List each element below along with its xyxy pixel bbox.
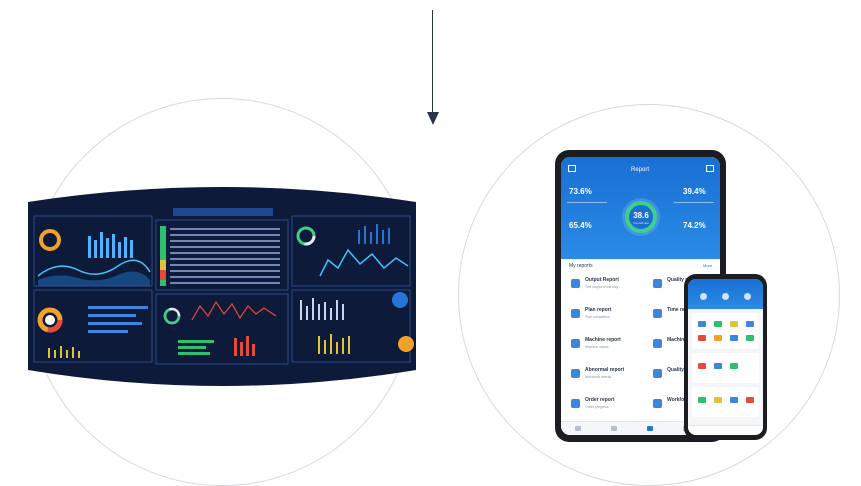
section-title: My reports [569, 263, 593, 269]
report-icon [571, 369, 580, 378]
report-title: Abnormal report [585, 367, 625, 373]
gauge-label: Overall rate [633, 221, 649, 225]
report-icon [653, 309, 662, 318]
phone-tab-bar [688, 425, 763, 435]
report-icon [653, 369, 662, 378]
tablet-header: Report 73.6% 39.4% 65.4% 74.2% 38.6 Over… [561, 157, 720, 259]
report-sub: Machine status [585, 345, 609, 349]
report-icon [653, 399, 662, 408]
module-icon[interactable] [698, 335, 706, 341]
report-icon [653, 279, 662, 288]
report-icon [571, 309, 580, 318]
module-icon[interactable] [714, 363, 722, 369]
module-icon[interactable] [730, 335, 738, 341]
app-icon[interactable] [744, 293, 751, 300]
module-icon[interactable] [730, 321, 738, 327]
dashboard-graphic [28, 187, 416, 386]
module-icon[interactable] [698, 397, 706, 403]
report-icon [571, 399, 580, 408]
grid-icon[interactable] [706, 165, 714, 172]
down-arrow-line [432, 10, 433, 114]
divider [567, 202, 607, 203]
dashboard-wall-screen [28, 180, 416, 390]
more-link[interactable]: More [703, 263, 712, 268]
module-icon[interactable] [714, 397, 722, 403]
report-icon [653, 339, 662, 348]
app-icon[interactable] [700, 293, 707, 300]
metric-top-left: 73.6% [569, 187, 592, 196]
tab-report-icon[interactable] [647, 426, 653, 431]
report-title: Output Report [585, 277, 619, 283]
module-icon[interactable] [746, 397, 754, 403]
phone-screen [688, 279, 763, 435]
report-sub: Order progress [585, 405, 609, 409]
menu-icon[interactable] [568, 165, 576, 172]
report-title: Order report [585, 397, 615, 403]
report-sub: The output of the day [585, 285, 619, 289]
module-icon[interactable] [698, 363, 706, 369]
module-icon[interactable] [730, 397, 738, 403]
report-title: Plan report [585, 307, 612, 313]
report-sub: Plan completion [585, 315, 610, 319]
module-icon[interactable] [698, 321, 706, 327]
metric-bottom-left: 65.4% [569, 221, 592, 230]
phone-card [692, 353, 759, 383]
module-icon[interactable] [730, 363, 738, 369]
app-icon[interactable] [722, 293, 729, 300]
report-icon [571, 339, 580, 348]
module-icon[interactable] [714, 335, 722, 341]
module-icon[interactable] [746, 335, 754, 341]
overall-gauge: 38.6 Overall rate [625, 201, 657, 233]
module-icon[interactable] [746, 321, 754, 327]
module-icon[interactable] [714, 321, 722, 327]
phone-header [688, 279, 763, 309]
phone-card [692, 387, 759, 417]
divider [674, 202, 714, 203]
report-sub: Abnormal events [585, 375, 612, 379]
metric-bottom-right: 74.2% [683, 221, 706, 230]
gauge-value: 38.6 [633, 211, 649, 220]
tablet-title: Report [631, 167, 650, 173]
tab-home-icon[interactable] [575, 426, 581, 431]
report-title: Machine report [585, 337, 621, 343]
down-arrow-icon [427, 112, 439, 125]
metric-top-right: 39.4% [683, 187, 706, 196]
report-icon [571, 279, 580, 288]
tab-list-icon[interactable] [611, 426, 617, 431]
phone-device [684, 274, 767, 440]
phone-card [692, 313, 759, 349]
